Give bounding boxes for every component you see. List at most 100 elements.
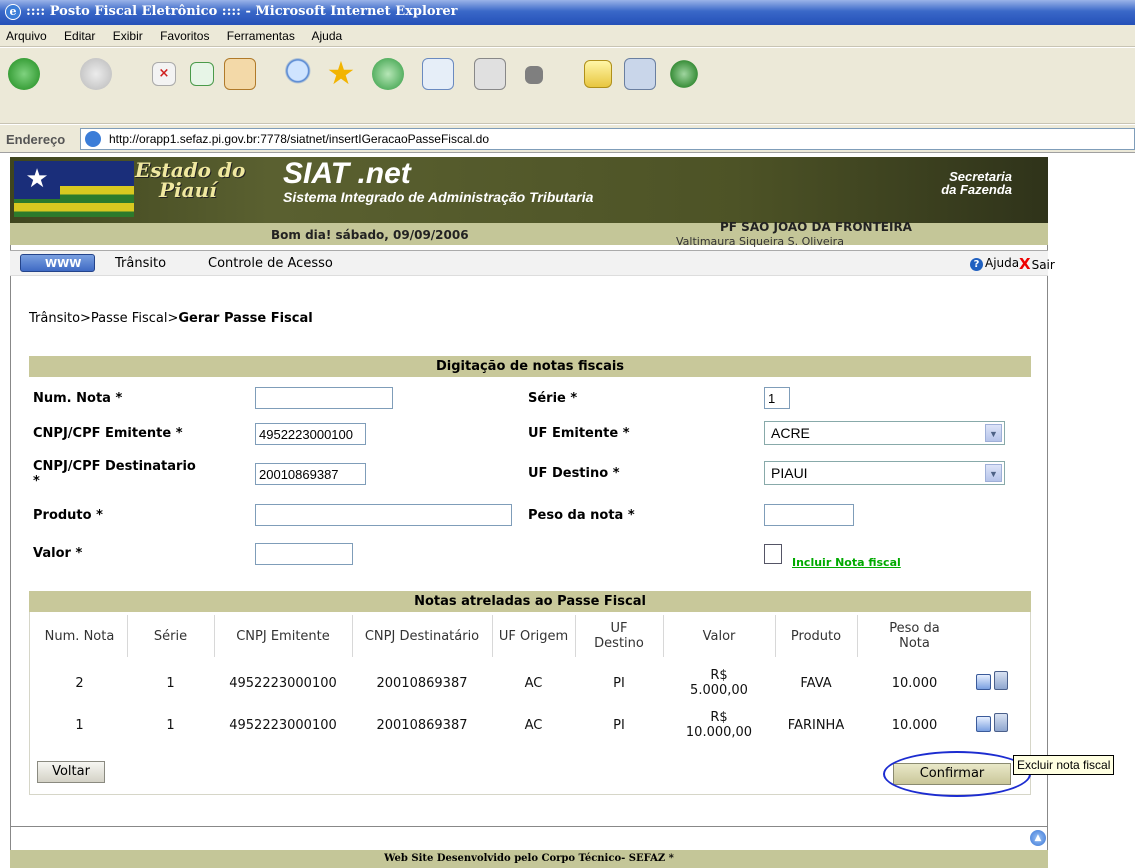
cell-produto: FAVA bbox=[800, 676, 832, 691]
num-nota-input[interactable] bbox=[255, 387, 393, 409]
breadcrumb-current: Gerar Passe Fiscal bbox=[178, 311, 313, 326]
help-link[interactable]: ? Ajuda bbox=[970, 256, 1019, 271]
nav-controle-acesso[interactable]: Controle de Acesso bbox=[208, 256, 333, 271]
history-icon[interactable] bbox=[372, 58, 404, 90]
chevron-down-icon[interactable]: ▼ bbox=[985, 424, 1002, 442]
mail-icon[interactable] bbox=[422, 58, 454, 90]
produto-label: Produto * bbox=[33, 508, 103, 523]
search-icon[interactable] bbox=[285, 58, 317, 90]
research-icon[interactable] bbox=[624, 58, 656, 90]
serie-input[interactable]: 1 bbox=[764, 387, 790, 409]
address-bar: Endereço http://orapp1.sefaz.pi.gov.br:7… bbox=[0, 125, 1135, 153]
menu-arquivo[interactable]: Arquivo bbox=[6, 29, 47, 43]
cell-num-nota: 1 bbox=[75, 718, 84, 733]
menu-exibir[interactable]: Exibir bbox=[113, 29, 143, 43]
cell-valor: R$ 5.000,00 bbox=[690, 668, 748, 698]
stop-icon[interactable]: × bbox=[152, 62, 176, 86]
flag-star-icon: ★ bbox=[14, 161, 60, 199]
menu-bar: Arquivo Editar Exibir Favoritos Ferramen… bbox=[0, 25, 1135, 47]
favorites-icon[interactable]: ★ bbox=[325, 57, 357, 90]
cell-cnpj-emitente: 4952223000100 bbox=[229, 718, 337, 733]
valor-label: Valor * bbox=[33, 546, 83, 561]
col-serie: Série bbox=[153, 629, 188, 644]
produto-input[interactable] bbox=[255, 504, 512, 526]
delete-icon[interactable] bbox=[994, 671, 1008, 690]
form-section-title: Digitação de notas fiscais bbox=[29, 356, 1031, 377]
nav-transito[interactable]: Trânsito bbox=[115, 256, 166, 271]
cell-serie: 1 bbox=[166, 676, 175, 691]
cell-cnpj-destinatario: 20010869387 bbox=[376, 718, 468, 733]
peso-label: Peso da nota * bbox=[528, 508, 635, 523]
chevron-down-icon[interactable]: ▼ bbox=[985, 464, 1002, 482]
refresh-icon[interactable] bbox=[190, 62, 214, 86]
address-url: http://orapp1.sefaz.pi.gov.br:7778/siatn… bbox=[109, 132, 489, 146]
address-input[interactable]: http://orapp1.sefaz.pi.gov.br:7778/siatn… bbox=[80, 128, 1135, 150]
serie-label: Série * bbox=[528, 391, 578, 406]
breadcrumb: Trânsito>Passe Fiscal>Gerar Passe Fiscal bbox=[29, 311, 313, 326]
menu-ferramentas[interactable]: Ferramentas bbox=[227, 29, 295, 43]
secretaria-logo: Secretaria da Fazenda bbox=[941, 169, 1012, 197]
edit-icon[interactable] bbox=[976, 674, 991, 690]
cnpj-emitente-label: CNPJ/CPF Emitente * bbox=[33, 426, 183, 441]
cell-cnpj-emitente: 4952223000100 bbox=[229, 676, 337, 691]
uf-destino-select[interactable]: PIAUI ▼ bbox=[764, 461, 1005, 485]
cell-uf-destino: PI bbox=[613, 676, 625, 691]
address-label: Endereço bbox=[6, 132, 66, 147]
uf-emitente-select[interactable]: ACRE ▼ bbox=[764, 421, 1005, 445]
col-uf-origem: UF Origem bbox=[498, 629, 569, 644]
add-document-icon[interactable] bbox=[764, 544, 782, 564]
forward-icon[interactable] bbox=[80, 58, 112, 90]
messenger-icon[interactable] bbox=[668, 58, 700, 90]
delete-icon[interactable] bbox=[994, 713, 1008, 732]
peso-input[interactable] bbox=[764, 504, 854, 526]
cell-uf-origem: AC bbox=[524, 676, 543, 691]
print-icon[interactable] bbox=[474, 58, 506, 90]
cnpj-emitente-input[interactable]: 4952223000100 bbox=[255, 423, 366, 445]
uf-destino-label: UF Destino * bbox=[528, 466, 620, 481]
scroll-top-icon[interactable]: ▲ bbox=[1030, 830, 1046, 846]
cnpj-destinatario-label: CNPJ/CPF Destinatario * bbox=[33, 459, 196, 489]
footer: Web Site Desenvolvido pelo Corpo Técnico… bbox=[10, 850, 1048, 868]
valor-input[interactable] bbox=[255, 543, 353, 565]
menu-ajuda[interactable]: Ajuda bbox=[312, 29, 343, 43]
browser-toolbar: × ★ bbox=[0, 48, 1135, 124]
ie-icon: e bbox=[5, 4, 21, 20]
close-icon: X bbox=[1019, 255, 1031, 273]
state-name: Estado do Piauí bbox=[135, 158, 246, 202]
www-button[interactable]: WWW bbox=[20, 254, 95, 272]
page-icon bbox=[85, 131, 101, 147]
highlight-ellipse bbox=[883, 751, 1031, 797]
tooltip: Excluir nota fiscal bbox=[1013, 755, 1115, 775]
cell-uf-destino: PI bbox=[613, 718, 625, 733]
cell-serie: 1 bbox=[166, 718, 175, 733]
app-subtitle: Sistema Integrado de Administração Tribu… bbox=[283, 189, 594, 205]
app-logo: SIAT .net bbox=[283, 157, 411, 190]
cell-valor: R$ 10.000,00 bbox=[685, 710, 753, 740]
logout-link[interactable]: XSair bbox=[1019, 255, 1055, 273]
cnpj-destinatario-input[interactable]: 20010869387 bbox=[255, 463, 366, 485]
col-cnpj-emitente: CNPJ Emitente bbox=[236, 629, 330, 644]
num-nota-label: Num. Nota * bbox=[33, 391, 123, 406]
page-divider bbox=[10, 826, 1048, 827]
edit-icon[interactable] bbox=[976, 716, 991, 732]
fiscal-post: PF SAO JOAO DA FRONTEIRA bbox=[720, 220, 912, 234]
cell-uf-origem: AC bbox=[524, 718, 543, 733]
menu-favoritos[interactable]: Favoritos bbox=[160, 29, 209, 43]
discuss-icon[interactable] bbox=[584, 60, 612, 88]
col-valor: Valor bbox=[702, 629, 736, 644]
voltar-button[interactable]: Voltar bbox=[37, 761, 105, 783]
edit-icon[interactable] bbox=[525, 66, 543, 84]
cell-peso: 10.000 bbox=[891, 718, 938, 733]
home-icon[interactable] bbox=[224, 58, 256, 90]
incluir-nota-link[interactable]: Incluir Nota fiscal bbox=[792, 556, 901, 569]
back-icon[interactable] bbox=[8, 58, 40, 90]
help-icon: ? bbox=[970, 258, 983, 271]
col-num-nota: Num. Nota bbox=[44, 629, 115, 644]
table-section-title: Notas atreladas ao Passe Fiscal bbox=[29, 591, 1031, 612]
cell-produto: FARINHA bbox=[787, 718, 845, 733]
col-uf-destino: UF Destino bbox=[594, 621, 644, 651]
menu-editar[interactable]: Editar bbox=[64, 29, 95, 43]
uf-emitente-label: UF Emitente * bbox=[528, 426, 630, 441]
col-produto: Produto bbox=[790, 629, 842, 644]
user-name: Valtimaura Siqueira S. Oliveira bbox=[676, 235, 844, 248]
